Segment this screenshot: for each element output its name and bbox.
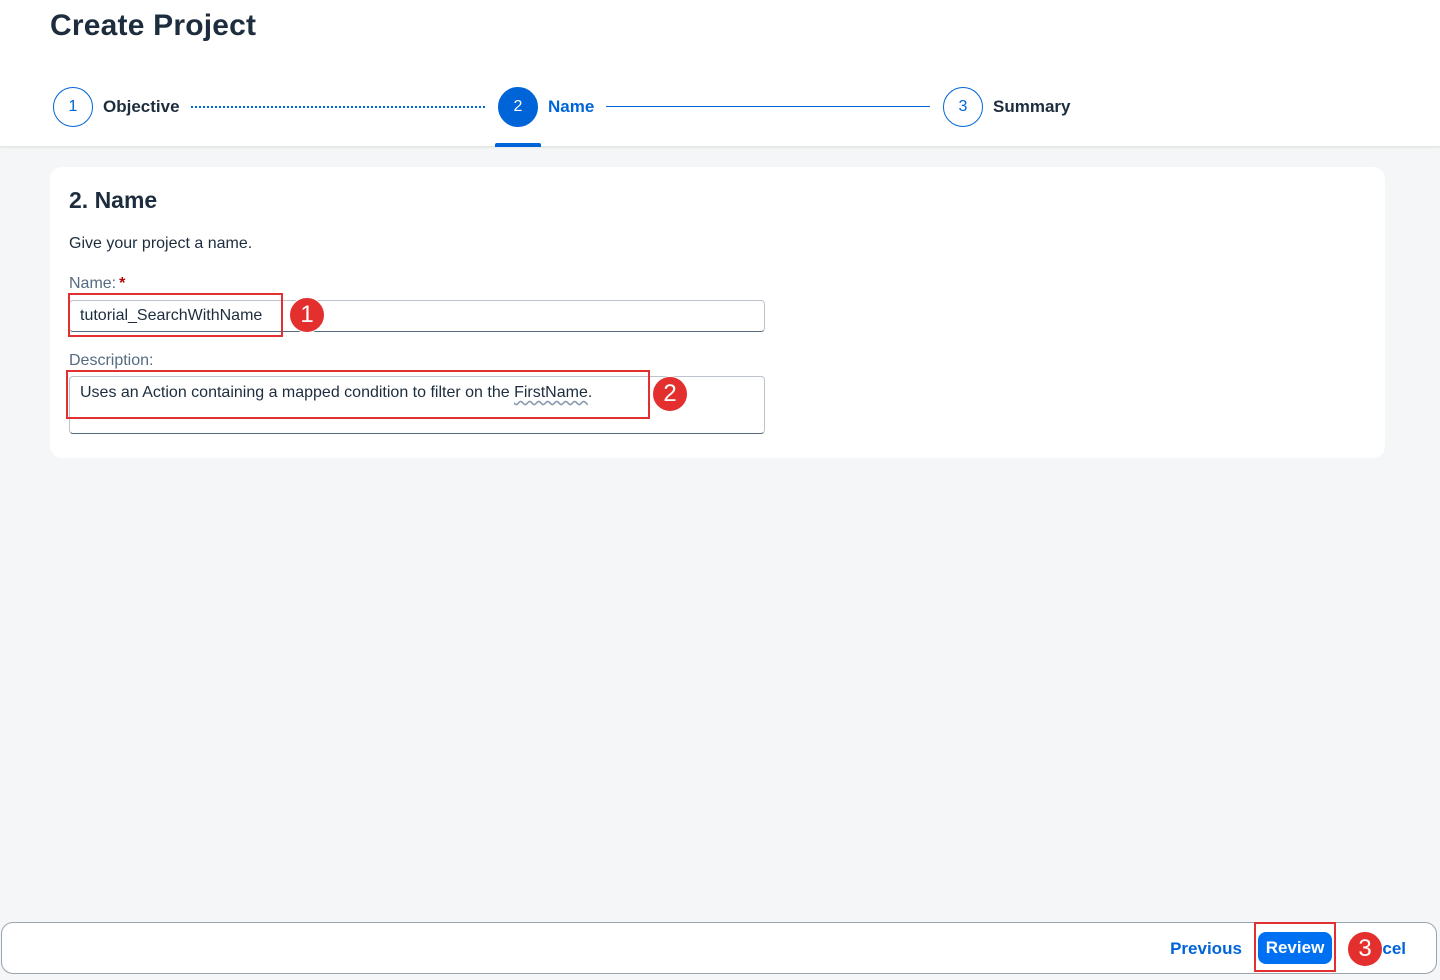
name-label: Name: * bbox=[69, 275, 125, 293]
section-title: 2. Name bbox=[69, 187, 158, 213]
annotation-marker-1: 1 bbox=[289, 297, 325, 333]
highlight-box-description bbox=[66, 370, 650, 419]
required-marker: * bbox=[119, 275, 126, 292]
highlight-box-name bbox=[68, 293, 283, 337]
wizard-step-objective[interactable]: 1 Objective bbox=[53, 87, 180, 127]
step-label: Objective bbox=[103, 97, 180, 116]
page-header: Create Project 1 Objective 2 Name 3 Summ… bbox=[0, 0, 1440, 147]
step-label: Summary bbox=[993, 97, 1071, 116]
description-label: Description: bbox=[69, 352, 154, 369]
active-step-indicator bbox=[495, 143, 541, 147]
step-label: Name bbox=[548, 97, 595, 116]
highlight-box-review bbox=[1254, 922, 1336, 972]
wizard-step-name[interactable]: 2 Name bbox=[498, 87, 594, 127]
previous-button[interactable]: Previous bbox=[1163, 936, 1249, 962]
step-connector-dotted bbox=[191, 106, 485, 108]
annotation-marker-2: 2 bbox=[652, 376, 688, 412]
wizard-step-summary[interactable]: 3 Summary bbox=[943, 87, 1070, 127]
step-number: 2 bbox=[498, 87, 538, 127]
step-number: 3 bbox=[943, 87, 983, 127]
annotation-marker-3: 3 bbox=[1347, 931, 1383, 967]
page-title: Create Project bbox=[50, 9, 257, 42]
step-number: 1 bbox=[53, 87, 93, 127]
name-label-text: Name: bbox=[69, 275, 117, 292]
step-connector-solid bbox=[606, 106, 930, 107]
section-description: Give your project a name. bbox=[69, 235, 253, 252]
